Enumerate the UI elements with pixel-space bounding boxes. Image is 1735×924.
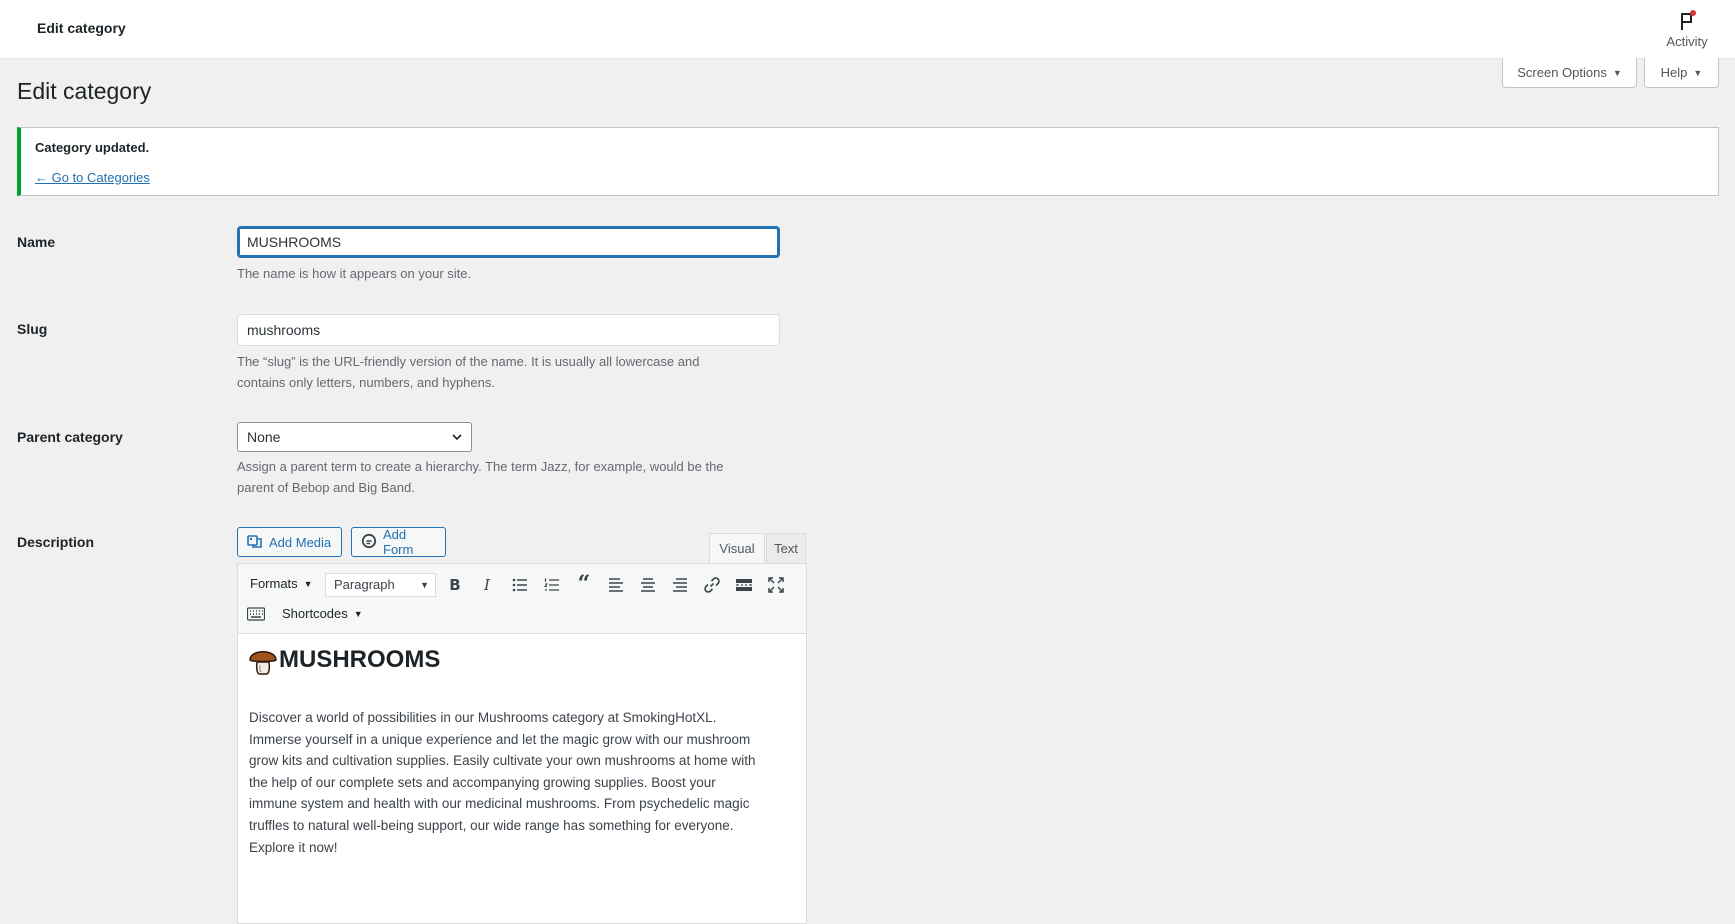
name-input[interactable]: MUSHROOMS [237, 226, 780, 258]
read-more-icon[interactable] [734, 575, 754, 595]
page-title: Edit category [17, 78, 152, 104]
add-form-button[interactable]: Add Form [351, 527, 446, 557]
caret-down-icon: ▼ [420, 580, 429, 590]
notification-dot [1690, 10, 1696, 16]
name-description: The name is how it appears on your site. [237, 266, 472, 281]
formats-dropdown[interactable]: Formats ▼ [250, 576, 313, 591]
topbar-title: Edit category [37, 20, 126, 36]
numbered-list-icon[interactable] [542, 575, 562, 595]
caret-down-icon: ▼ [353, 608, 363, 619]
content-line: Discover a world of possibilities in our… [249, 710, 717, 725]
content-heading-text: MUSHROOMS [279, 646, 441, 673]
paragraph-format-select[interactable]: Paragraph ▼ [325, 573, 436, 597]
content-line: grow kits and cultivation supplies. Easi… [249, 753, 756, 769]
bullet-list-icon[interactable] [510, 575, 530, 595]
slug-label: Slug [17, 321, 48, 337]
add-media-label: Add Media [269, 534, 332, 550]
keyboard-icon[interactable] [246, 604, 266, 624]
parent-category-description: Assign a parent term to create a hierarc… [237, 456, 797, 498]
parent-category-label: Parent category [17, 429, 123, 445]
content-paragraph: Discover a world of possibilities in our… [249, 707, 794, 858]
tab-visual[interactable]: Visual [709, 533, 765, 563]
add-form-label: Add Form [383, 527, 414, 557]
tab-text[interactable]: Text [766, 533, 806, 563]
activity-button[interactable]: Activity [1657, 8, 1717, 49]
help-label: Help [1660, 65, 1688, 80]
content-heading: MUSHROOMS [248, 644, 440, 676]
editor-toolbar: Formats ▼ Paragraph ▼ B I “ Shortcodes ▼ [237, 563, 807, 634]
bold-icon[interactable]: B [445, 575, 465, 595]
content-line: Immerse yourself in a unique experience … [249, 731, 751, 747]
shortcodes-label: Shortcodes [282, 606, 348, 621]
admin-topbar: Edit category Activity [0, 0, 1735, 59]
slug-input[interactable]: mushrooms [237, 314, 780, 346]
success-notice: Category updated. ← Go to Categories [17, 127, 1719, 196]
caret-down-icon: ▼ [1693, 67, 1703, 78]
content-line: Explore it now! [249, 839, 338, 855]
name-label: Name [17, 234, 56, 250]
flag-icon [1676, 10, 1698, 32]
go-to-categories-link[interactable]: ← Go to Categories [35, 170, 150, 185]
parent-category-value: None [247, 429, 281, 445]
content-line: truffles to natural well-being support, … [249, 817, 734, 833]
screen-options-button[interactable]: Screen Options ▼ [1502, 58, 1637, 88]
italic-icon[interactable]: I [477, 575, 497, 595]
editor-content-area[interactable]: MUSHROOMS Discover a world of possibilit… [237, 634, 807, 924]
align-center-icon[interactable] [638, 575, 658, 595]
align-right-icon[interactable] [670, 575, 690, 595]
caret-down-icon: ▼ [303, 578, 313, 589]
paragraph-label: Paragraph [334, 577, 395, 592]
caret-down-icon: ▼ [1612, 67, 1622, 78]
formats-label: Formats [250, 576, 298, 591]
slug-description: The “slug” is the URL-friendly version o… [237, 351, 797, 393]
slug-description-line: The “slug” is the URL-friendly version o… [237, 354, 700, 369]
parent-description-line: Assign a parent term to create a hierarc… [237, 459, 724, 474]
content-line: immune system and health with our medici… [249, 796, 750, 812]
screen-options-label: Screen Options [1517, 65, 1607, 80]
align-left-icon[interactable] [606, 575, 626, 595]
blockquote-icon[interactable]: “ [574, 571, 594, 597]
media-icon [247, 533, 263, 552]
slug-description-line: contains only letters, numbers, and hyph… [237, 375, 495, 390]
form-icon [361, 533, 377, 552]
activity-label: Activity [1666, 34, 1708, 49]
mushroom-icon [248, 644, 278, 676]
parent-description-line: parent of Bebop and Big Band. [237, 480, 415, 495]
description-label: Description [17, 534, 95, 550]
fullscreen-icon[interactable] [766, 575, 786, 595]
link-icon[interactable] [702, 575, 722, 595]
notice-message: Category updated. [35, 140, 150, 155]
parent-category-select[interactable]: None [237, 422, 472, 452]
content-line: the help of our complete sets and accomp… [249, 774, 716, 790]
add-media-button[interactable]: Add Media [237, 527, 342, 557]
shortcodes-dropdown[interactable]: Shortcodes ▼ [282, 606, 363, 621]
help-button[interactable]: Help ▼ [1644, 58, 1719, 88]
